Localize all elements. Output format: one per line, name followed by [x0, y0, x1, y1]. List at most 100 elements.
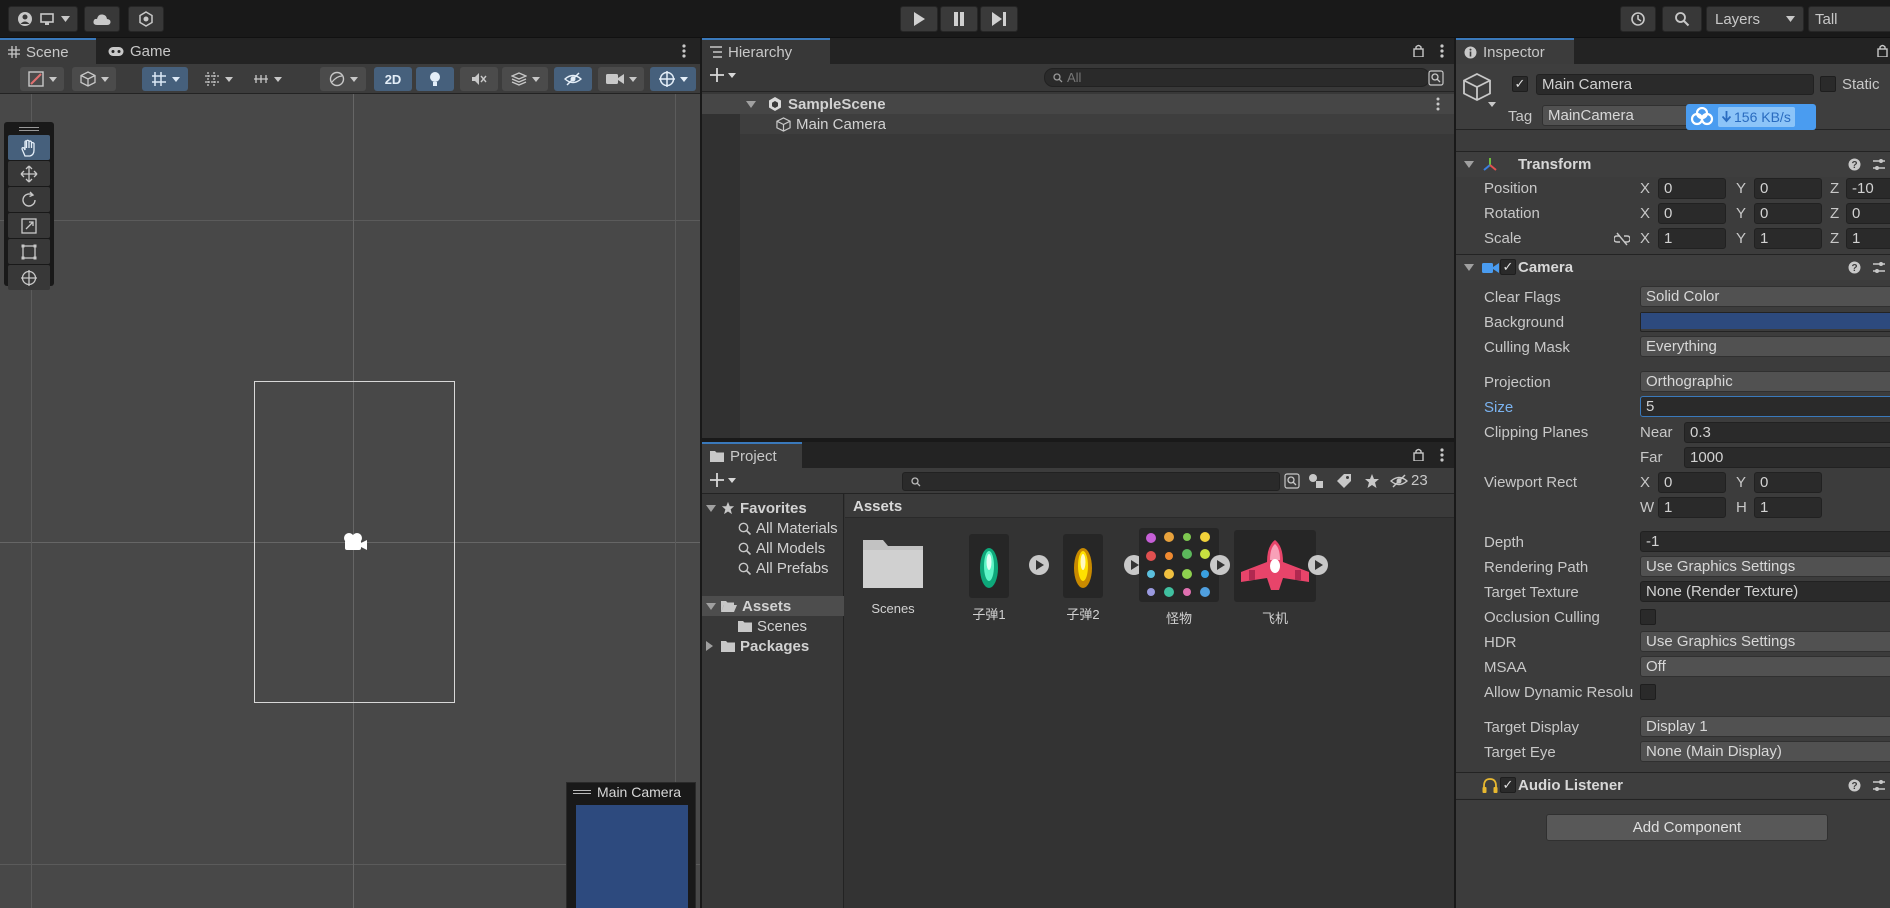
account-dropdown[interactable]	[8, 6, 78, 32]
audio-toggle-button[interactable]	[460, 67, 498, 91]
asset-monsters[interactable]: 怪物	[1131, 528, 1227, 627]
constrain-proportions-icon[interactable]	[1614, 232, 1630, 246]
scene-viewport[interactable]: Main Camera	[0, 94, 700, 908]
layout-dropdown[interactable]: Tall	[1808, 6, 1890, 32]
rect-tool-button[interactable]	[8, 239, 50, 264]
breadcrumb-assets[interactable]: Assets	[853, 498, 902, 515]
target-eye-dropdown[interactable]: None (Main Display)	[1640, 741, 1890, 762]
background-color-field[interactable]	[1640, 312, 1890, 332]
scene-menu-icon[interactable]	[1436, 97, 1440, 111]
position-y-field[interactable]: 0	[1754, 178, 1822, 199]
grid-dropdown[interactable]	[196, 67, 240, 91]
search-options-icon[interactable]	[1428, 70, 1444, 86]
tree-packages[interactable]: Packages	[706, 636, 809, 656]
scale-z-field[interactable]: 1	[1846, 228, 1890, 249]
gizmo-toggle-button[interactable]	[142, 67, 188, 91]
filter-by-label-icon[interactable]	[1336, 473, 1352, 489]
culling-mask-dropdown[interactable]: Everything	[1640, 336, 1890, 357]
rotation-y-field[interactable]: 0	[1754, 203, 1822, 224]
lock-icon[interactable]	[1413, 448, 1424, 461]
scene-visibility-toggle[interactable]	[554, 67, 592, 91]
tree-scenes[interactable]: Scenes	[738, 616, 807, 636]
pause-button[interactable]	[940, 6, 978, 32]
active-checkbox[interactable]: ✓	[1512, 76, 1528, 92]
presets-icon[interactable]	[1872, 779, 1886, 792]
tab-game[interactable]: Game	[100, 38, 179, 64]
tab-hierarchy[interactable]: Hierarchy	[702, 38, 830, 64]
project-search-input[interactable]	[902, 472, 1280, 491]
lock-icon[interactable]	[1877, 44, 1888, 57]
tab-project[interactable]: Project	[702, 442, 802, 468]
add-component-button[interactable]: Add Component	[1546, 814, 1828, 841]
camera-header[interactable]: ✓ Camera ?	[1456, 254, 1890, 280]
draw-mode-dropdown[interactable]	[20, 67, 64, 91]
position-x-field[interactable]: 0	[1658, 178, 1726, 199]
target-texture-field[interactable]: None (Render Texture)	[1640, 581, 1890, 602]
hand-tool-button[interactable]	[8, 135, 50, 160]
projection-dropdown[interactable]: Orthographic	[1640, 371, 1890, 392]
effects-dropdown[interactable]	[502, 67, 548, 91]
move-tool-button[interactable]	[8, 161, 50, 186]
cloud-button[interactable]	[84, 6, 120, 32]
tree-favorites[interactable]: Favorites	[706, 498, 807, 518]
target-display-dropdown[interactable]: Display 1	[1640, 716, 1890, 737]
search-button[interactable]	[1662, 6, 1702, 32]
tag-dropdown[interactable]: MainCamera	[1542, 105, 1692, 126]
project-create-button[interactable]	[710, 473, 736, 487]
hierarchy-search-input[interactable]: All	[1044, 68, 1430, 87]
expand-sprite-icon[interactable]	[1307, 554, 1329, 576]
panel-menu-icon[interactable]	[1440, 44, 1444, 58]
scale-x-field[interactable]: 1	[1658, 228, 1726, 249]
create-button[interactable]	[710, 68, 736, 82]
rotation-z-field[interactable]: 0	[1846, 203, 1890, 224]
audio-listener-checkbox[interactable]: ✓	[1500, 777, 1516, 793]
search-options-icon[interactable]	[1284, 473, 1300, 489]
msaa-dropdown[interactable]: Off	[1640, 656, 1890, 677]
far-input[interactable]: 1000	[1684, 447, 1890, 468]
presets-icon[interactable]	[1872, 158, 1886, 171]
rotate-tool-button[interactable]	[8, 187, 50, 212]
tab-inspector[interactable]: Inspector	[1456, 38, 1574, 64]
play-button[interactable]	[900, 6, 938, 32]
tab-scene[interactable]: Scene	[0, 38, 96, 64]
unity-services-button[interactable]	[128, 6, 164, 32]
camera-gizmo-icon[interactable]	[342, 532, 368, 552]
step-button[interactable]	[980, 6, 1018, 32]
size-input[interactable]: 5	[1640, 396, 1890, 417]
depth-input[interactable]: -1	[1640, 531, 1890, 552]
transform-tool-button[interactable]	[8, 265, 50, 290]
object-name-input[interactable]: Main Camera	[1536, 74, 1814, 95]
asset-airplane[interactable]: 飞机	[1227, 530, 1323, 627]
tree-fav-item[interactable]: All Materials	[738, 518, 838, 538]
star-icon[interactable]	[1364, 473, 1380, 489]
layers-dropdown[interactable]: Layers	[1706, 6, 1804, 32]
help-icon[interactable]: ?	[1848, 261, 1861, 274]
2d-toggle-button[interactable]: 2D	[374, 67, 412, 91]
tree-fav-item[interactable]: All Prefabs	[738, 558, 829, 578]
help-icon[interactable]: ?	[1848, 779, 1861, 792]
render-mode-dropdown[interactable]	[72, 67, 116, 91]
tree-assets[interactable]: Assets	[706, 596, 791, 616]
viewport-h-field[interactable]: 1	[1754, 497, 1822, 518]
position-z-field[interactable]: -10	[1846, 178, 1890, 199]
asset-bullet1[interactable]: 子弹1	[941, 534, 1037, 623]
presets-icon[interactable]	[1872, 261, 1886, 274]
gizmos-dropdown[interactable]	[650, 67, 696, 91]
near-input[interactable]: 0.3	[1684, 422, 1890, 443]
orientation-dropdown[interactable]	[320, 67, 366, 91]
lock-icon[interactable]	[1413, 44, 1424, 57]
scale-y-field[interactable]: 1	[1754, 228, 1822, 249]
palette-handle[interactable]	[6, 124, 52, 134]
lighting-toggle-button[interactable]	[416, 67, 454, 91]
scene-camera-dropdown[interactable]	[598, 67, 644, 91]
viewport-x-field[interactable]: 0	[1658, 472, 1726, 493]
viewport-w-field[interactable]: 1	[1658, 497, 1726, 518]
rotation-x-field[interactable]: 0	[1658, 203, 1726, 224]
static-checkbox[interactable]	[1820, 76, 1836, 92]
rendering-path-dropdown[interactable]: Use Graphics Settings	[1640, 556, 1890, 577]
gameobject-cube-icon[interactable]	[1462, 72, 1492, 102]
clear-flags-dropdown[interactable]: Solid Color	[1640, 286, 1890, 307]
panel-menu-icon[interactable]	[682, 44, 686, 58]
audio-listener-header[interactable]: ✓ Audio Listener ?	[1456, 772, 1890, 798]
panel-menu-icon[interactable]	[1440, 448, 1444, 462]
